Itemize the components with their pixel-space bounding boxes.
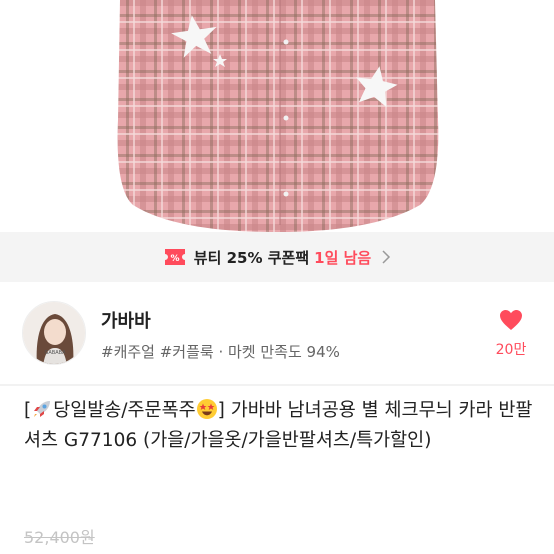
svg-text:%: %	[170, 254, 179, 264]
star-struck-icon	[196, 399, 217, 419]
chevron-right-icon	[382, 250, 391, 264]
seller-tags: #캐주얼 #커플룩 · 마켓 만족도 94%	[101, 343, 340, 361]
seller-name[interactable]: 가바바	[101, 307, 151, 333]
heart-icon	[500, 310, 522, 330]
like-count: 20만	[495, 342, 527, 358]
like-button[interactable]: 20만	[486, 309, 536, 359]
original-price: 52,400원	[24, 528, 95, 547]
seller-avatar[interactable]: GABABA	[22, 301, 86, 365]
coupon-ticket-icon: %	[164, 249, 185, 265]
title-bracket-open: [	[24, 400, 32, 421]
product-image[interactable]	[0, 0, 554, 232]
product-title: [ 당일발송/주문폭주 ] 가바바 남녀공용 별 체크무늬 카라 반팔 셔츠 G…	[24, 396, 536, 456]
coupon-remaining: 1일 남음	[314, 248, 372, 267]
title-part1: 당일발송/주문폭주	[53, 400, 196, 421]
svg-text:GABABA: GABABA	[45, 350, 67, 356]
coupon-label: 뷰티 25% 쿠폰팩	[193, 248, 310, 267]
avatar-image: GABABA	[23, 302, 85, 364]
section-divider	[0, 384, 554, 386]
coupon-banner[interactable]: % 뷰티 25% 쿠폰팩 1일 남음	[0, 232, 554, 282]
rocket-icon	[34, 401, 51, 417]
seller-section[interactable]: GABABA 가바바 #캐주얼 #커플룩 · 마켓 만족도 94% 20만	[0, 282, 554, 382]
plaid-shirt-image	[117, 0, 439, 232]
